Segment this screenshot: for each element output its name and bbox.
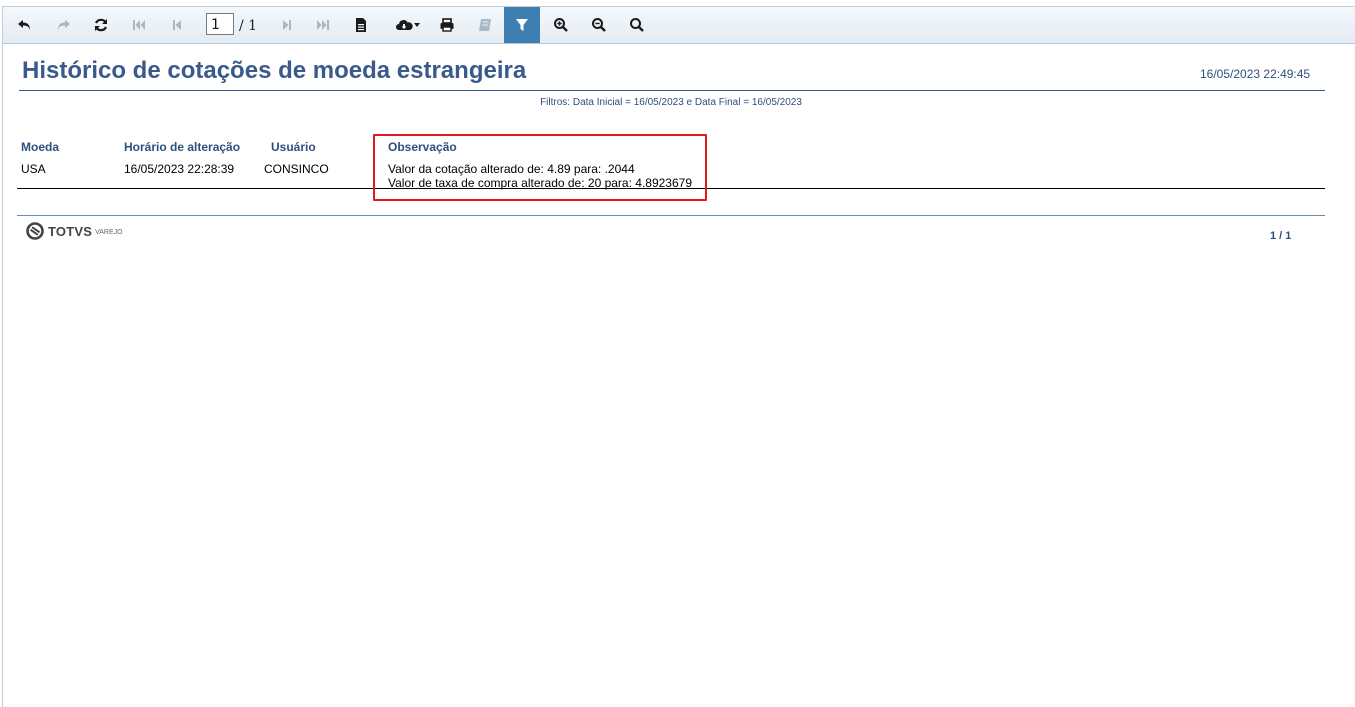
totvs-logo: TOTVS VAREJO: [26, 222, 123, 240]
last-page-icon: [317, 20, 329, 30]
cell-usuario: CONSINCO: [264, 162, 329, 176]
search-icon: [630, 18, 644, 32]
zoom-in-button[interactable]: [543, 7, 579, 43]
zoom-out-icon: [592, 18, 606, 32]
observacao-highlight-box: [373, 134, 707, 201]
document-icon: [356, 18, 366, 32]
report-toolbar: 1 / 1: [3, 7, 1355, 44]
book-icon: [479, 19, 491, 31]
footer-divider: [17, 215, 1325, 216]
logo-subtext: VAREJO: [95, 228, 123, 236]
print-icon: [440, 18, 454, 32]
column-header-usuario: Usuário: [271, 140, 316, 154]
filter-icon: [516, 19, 528, 31]
print-button[interactable]: [429, 7, 465, 43]
first-page-button[interactable]: [121, 7, 157, 43]
document-button[interactable]: [343, 7, 379, 43]
last-page-button[interactable]: [305, 7, 341, 43]
report-title: Histórico de cotações de moeda estrangei…: [22, 57, 527, 84]
title-divider: [19, 90, 1325, 91]
next-page-button[interactable]: [269, 7, 305, 43]
redo-icon: [58, 20, 70, 30]
redo-button[interactable]: [45, 7, 81, 43]
filter-button[interactable]: [504, 7, 540, 43]
previous-page-button[interactable]: [159, 7, 195, 43]
total-pages-label: / 1: [239, 18, 258, 34]
refresh-button[interactable]: [83, 7, 119, 43]
report-generated-timestamp: 16/05/2023 22:49:45: [1200, 67, 1311, 81]
cloud-download-icon: [396, 20, 420, 30]
next-page-icon: [283, 20, 291, 30]
logo-text: TOTVS: [48, 223, 93, 239]
first-page-icon: [133, 20, 145, 30]
search-button[interactable]: [619, 7, 655, 43]
book-button[interactable]: [467, 7, 503, 43]
undo-icon: [18, 20, 30, 30]
previous-page-icon: [173, 20, 181, 30]
export-dropdown-button[interactable]: [388, 7, 428, 43]
current-page-input[interactable]: 1: [206, 13, 234, 35]
zoom-in-icon: [554, 18, 568, 32]
report-viewer-frame: [2, 6, 1355, 707]
zoom-out-button[interactable]: [581, 7, 617, 43]
column-header-moeda: Moeda: [21, 140, 60, 154]
report-filters: Filtros: Data Inicial = 16/05/2023 e Dat…: [540, 97, 802, 108]
undo-button[interactable]: [7, 7, 43, 43]
cell-horario: 16/05/2023 22:28:39: [124, 162, 235, 176]
refresh-icon: [95, 18, 107, 32]
footer-page-count: 1 / 1: [1270, 230, 1292, 242]
column-header-horario: Horário de alteração: [124, 140, 241, 154]
totvs-logo-icon: [26, 222, 44, 240]
cell-moeda: USA: [21, 162, 46, 176]
